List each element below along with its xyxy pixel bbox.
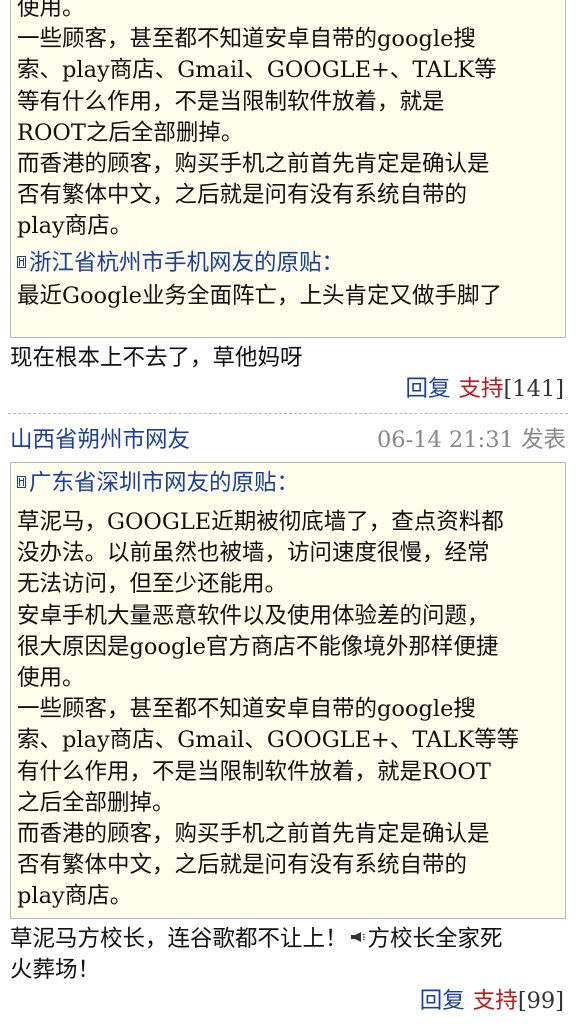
quote-icon xyxy=(17,476,26,488)
support-count: [141] xyxy=(503,376,564,402)
quote-line: 索、play商店、Gmail、GOOGLE+、TALK等 xyxy=(17,57,497,84)
quote-line: 而香港的顾客，购买手机之前首先肯定是确认是 xyxy=(17,821,490,848)
quote-line: 否有繁体中文，之后就是问有没有系统自带的 xyxy=(17,852,468,879)
post-author[interactable]: 山西省朔州市网友 xyxy=(10,427,190,453)
support-button[interactable]: 支持[141] xyxy=(458,376,564,402)
quote-line: 没办法。以前虽然也被墙，访问速度很慢，经常 xyxy=(17,540,490,567)
quote-text: 草泥马，GOOGLE近期被彻底墙了，查点资料都 没办法。以前虽然也被墙，访问速度… xyxy=(17,507,559,913)
quote-block: 广东省深圳市网友的原贴： 草泥马，GOOGLE近期被彻底墙了，查点资料都 没办法… xyxy=(10,462,566,919)
quote-line: 之后全部删掉。 xyxy=(17,789,175,816)
post-body-text: 草泥马方校长，连谷歌都不让上！ xyxy=(10,926,348,952)
quote-line: 一些顾客，甚至都不知道安卓自带的google搜 xyxy=(17,26,476,53)
quote-line: 最近Google业务全面阵亡，上头肯定又做手脚了 xyxy=(17,282,502,309)
post-body-line: 火葬场！ xyxy=(10,957,101,983)
post-body-text: 方校长全家死 xyxy=(367,926,503,952)
quote-line: 索、play商店、Gmail、GOOGLE+、TALK等等 xyxy=(17,727,520,754)
quote-line: play商店。 xyxy=(17,213,133,240)
quote-text: 使用。 一些顾客，甚至都不知道安卓自带的google搜 索、play商店、Gma… xyxy=(17,0,559,243)
post-header: 山西省朔州市网友 06-14 21:31 发表 xyxy=(10,425,566,455)
quote-block: 使用。 一些顾客，甚至都不知道安卓自带的google搜 索、play商店、Gma… xyxy=(10,0,566,338)
quote-line: 草泥马，GOOGLE近期被彻底墙了，查点资料都 xyxy=(17,509,504,535)
support-count: [99] xyxy=(517,988,564,1014)
quote-line: 无法访问，但至少还能用。 xyxy=(17,571,288,598)
original-post-link[interactable]: 广东省深圳市网友的原贴： xyxy=(17,467,559,499)
post-body-line: 现在根本上不去了，草他妈呀 xyxy=(10,345,303,371)
post-actions: 回复 支持[99] xyxy=(420,986,564,1016)
reply-button[interactable]: 回复 xyxy=(405,376,450,402)
quote-line: 有什么作用，不是当限制软件放着，就是ROOT xyxy=(17,758,491,785)
post-actions: 回复 支持[141] xyxy=(405,374,564,404)
original-post-link-label: 广东省深圳市网友的原贴： xyxy=(29,470,300,496)
speaker-emoji-icon xyxy=(350,932,365,942)
quote-line: play商店。 xyxy=(17,883,133,910)
post-divider xyxy=(8,413,568,414)
quote-line: 使用。 xyxy=(17,0,85,21)
quote-line: 安卓手机大量恶意软件以及使用体验差的问题， xyxy=(17,602,490,629)
post-time: 06-14 21:31 发表 xyxy=(376,427,566,453)
quote-line: 而香港的顾客，购买手机之前首先肯定是确认是 xyxy=(17,151,490,178)
support-label: 支持 xyxy=(458,376,504,402)
quote-icon xyxy=(17,255,26,268)
quote-line: 等有什么作用，不是当限制软件放着，就是 xyxy=(17,88,445,115)
support-label: 支持 xyxy=(472,988,518,1014)
quote-line: 一些顾客，甚至都不知道安卓自带的google搜 xyxy=(17,696,476,723)
quote-line: 使用。 xyxy=(17,665,85,692)
support-button[interactable]: 支持[99] xyxy=(473,988,564,1014)
original-post-link[interactable]: 浙江省杭州市手机网友的原贴： xyxy=(17,247,559,279)
original-post-link-label: 浙江省杭州市手机网友的原贴： xyxy=(29,249,345,276)
quote-line: 否有繁体中文，之后就是问有没有系统自带的 xyxy=(17,182,468,209)
quote-line: ROOT之后全部删掉。 xyxy=(17,119,244,146)
quote-line: 很大原因是google官方商店不能像境外那样便捷 xyxy=(17,633,499,660)
post-body-line: 草泥马方校长，连谷歌都不让上！ 方校长全家死 xyxy=(10,924,503,955)
reply-button[interactable]: 回复 xyxy=(420,988,465,1014)
